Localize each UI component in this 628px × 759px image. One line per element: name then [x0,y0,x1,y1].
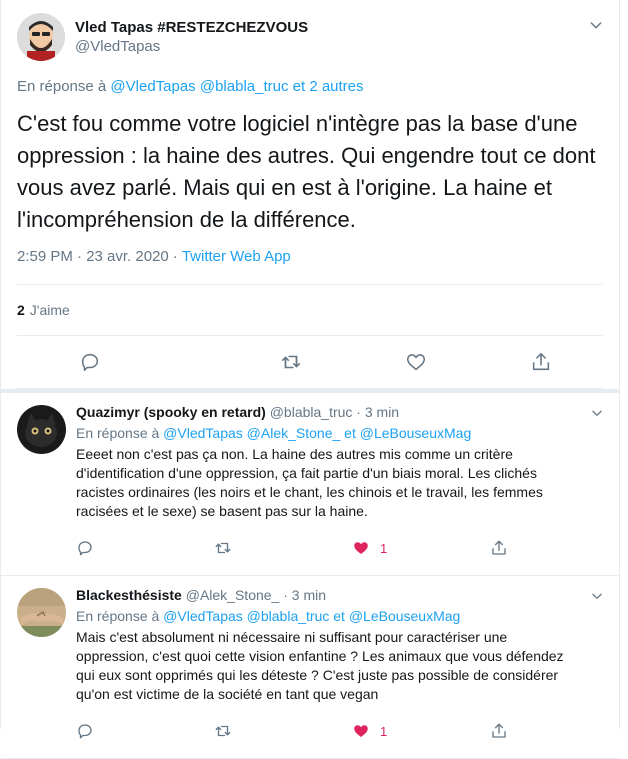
reply-button[interactable] [17,351,229,373]
likes-label: J'aime [29,302,70,318]
main-tweet: Vled Tapas #RESTEZCHEZVOUS @VledTapas En… [1,0,619,393]
reply-icon [81,353,99,372]
display-name[interactable]: Quazimyr (spooky en retard) [76,404,266,420]
share-button[interactable] [490,539,508,557]
share-icon [492,540,506,555]
source-app-link[interactable]: Twitter Web App [182,248,291,265]
reply-actions: 1 [76,529,576,567]
mention-link[interactable]: @VledTapas [163,425,243,441]
mention-link[interactable]: @blabla_truc [247,608,330,624]
display-name[interactable]: Vled Tapas #RESTEZCHEZVOUS [75,18,308,37]
like-count: 1 [380,723,388,739]
avatar[interactable] [17,13,65,61]
reply-to-line: En réponse à @VledTapas @blabla_truc et … [76,607,576,626]
user-handle[interactable]: @VledTapas [75,37,308,56]
reply-button[interactable] [76,539,214,557]
like-icon [354,542,368,554]
mention-link[interactable]: @blabla_truc [200,78,289,95]
share-icon [532,352,549,371]
retweet-icon [215,542,231,554]
display-name[interactable]: Blackesthésiste [76,587,182,603]
share-icon [492,723,506,738]
tweet-meta: 2:59 PM · 23 avr. 2020 · Twitter Web App [17,248,603,285]
reply-icon [78,541,92,556]
retweet-icon [282,355,301,369]
reply-tweet[interactable]: Quazimyr (spooky en retard) @blabla_truc… [1,393,619,576]
user-handle[interactable]: @blabla_truc [270,404,353,420]
mention-link[interactable]: @VledTapas [163,608,243,624]
main-tweet-names: Vled Tapas #RESTEZCHEZVOUS @VledTapas [75,18,308,56]
retweet-icon [215,725,231,737]
like-icon [354,725,368,737]
mention-connector: et [333,608,345,624]
retweet-button[interactable] [214,722,352,740]
mention-link[interactable]: @LeBouseuxMag [360,425,472,441]
reply-time[interactable]: · 3 min [352,404,399,420]
reply-to-prefix: En réponse à [17,78,107,95]
share-button[interactable] [490,722,508,740]
reply-actions: 1 [76,712,576,750]
tweet-timestamp[interactable]: 2:59 PM · 23 avr. 2020 · [17,248,182,265]
retweet-button[interactable] [214,539,352,557]
mention-link[interactable]: @VledTapas [110,78,195,95]
avatar[interactable] [17,405,66,454]
reply-tweet[interactable]: Blackesthésiste @Alek_Stone_ · 3 min En … [1,576,619,759]
reply-header: Blackesthésiste @Alek_Stone_ · 3 min [76,586,576,605]
main-tweet-header: Vled Tapas #RESTEZCHEZVOUS @VledTapas [17,12,603,62]
reply-to-prefix: En réponse à [76,425,164,441]
mention-link[interactable]: @Alek_Stone_ [247,425,341,441]
reply-to-line: En réponse à @VledTapas @Alek_Stone_ et … [76,424,576,443]
like-count: 1 [380,540,388,556]
reply-icon [78,724,92,739]
tweet-text: C'est fou comme votre logiciel n'intègre… [17,111,596,232]
mention-connector: et [344,425,356,441]
main-tweet-actions [17,336,603,389]
reply-to-prefix: En réponse à [76,608,164,624]
reply-text: Eeeet non c'est pas ça non. La haine des… [76,446,543,519]
avatar[interactable] [17,588,66,637]
share-button[interactable] [478,351,603,373]
reply-to-line: En réponse à @VledTapas @blabla_truc et … [17,78,603,98]
reply-header: Quazimyr (spooky en retard) @blabla_truc… [76,403,576,422]
reply-body: Blackesthésiste @Alek_Stone_ · 3 min En … [76,586,576,750]
caret-down-icon[interactable] [589,405,605,421]
reply-text: Mais c'est absolument ni nécessaire ni s… [76,629,564,702]
mention-others-link[interactable]: et 2 autres [293,78,364,95]
caret-down-icon[interactable] [587,16,605,34]
like-icon [406,354,426,371]
likes-summary[interactable]: 2 J'aime [17,285,603,336]
user-handle[interactable]: @Alek_Stone_ [186,587,280,603]
reply-button[interactable] [76,722,214,740]
like-button[interactable]: 1 [352,539,490,557]
tweet-thread: Vled Tapas #RESTEZCHEZVOUS @VledTapas En… [0,0,620,759]
retweet-button[interactable] [229,351,354,373]
caret-down-icon[interactable] [589,588,605,604]
likes-count: 2 [17,302,25,318]
like-button[interactable] [354,351,479,373]
reply-time[interactable]: · 3 min [279,587,326,603]
like-button[interactable]: 1 [352,722,490,740]
reply-body: Quazimyr (spooky en retard) @blabla_truc… [76,403,576,567]
mention-link[interactable]: @LeBouseuxMag [349,608,461,624]
